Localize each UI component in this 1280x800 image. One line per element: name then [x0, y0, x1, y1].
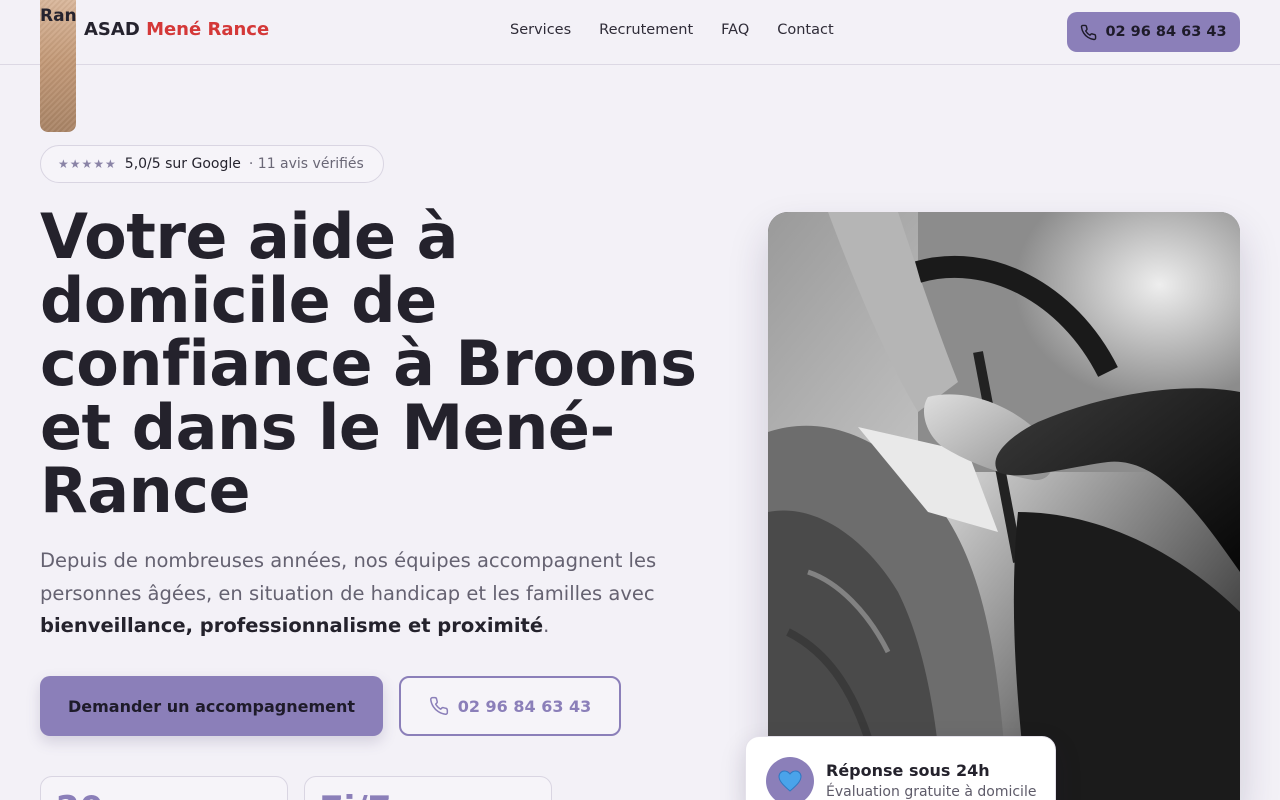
rating-count: · 11 avis vérifiés	[248, 156, 364, 172]
stat-card-years: 20	[40, 776, 288, 800]
phone-icon	[429, 696, 448, 715]
header-phone-label: 02 96 84 63 43	[1105, 24, 1227, 40]
header-phone-button[interactable]: 02 96 84 63 43	[1067, 12, 1240, 52]
response-time-card: Réponse sous 24h Évaluation gratuite à d…	[745, 736, 1056, 800]
rating-stars-icon: ★★★★★	[58, 157, 117, 171]
stat-value: 20	[56, 789, 103, 800]
google-rating-badge: ★★★★★ 5,0/5 sur Google · 11 avis vérifié…	[40, 145, 384, 183]
site-header: Rance ASAD Mené Rance Services Recruteme…	[0, 0, 1280, 132]
brand-name-part1: ASAD	[84, 19, 140, 40]
blue-heart-icon	[766, 757, 814, 800]
stat-value: 7j/7	[320, 789, 391, 800]
request-support-button[interactable]: Demander un accompagnement	[40, 676, 383, 736]
phone-icon	[1081, 24, 1097, 40]
nav-link-contact[interactable]: Contact	[777, 22, 833, 38]
response-time-subtitle: Évaluation gratuite à domicile	[826, 784, 1037, 800]
rating-score: 5,0/5 sur Google	[124, 156, 241, 172]
nav-link-faq[interactable]: FAQ	[721, 22, 749, 38]
hero-title: Votre aide à domicile de confiance à Bro…	[40, 200, 697, 527]
nav-link-recrutement[interactable]: Recrutement	[599, 22, 693, 38]
brand-name-part2: Mené Rance	[146, 19, 270, 40]
hero-subtitle: Depuis de nombreuses années, nos équipes…	[40, 545, 690, 643]
response-time-title: Réponse sous 24h	[826, 761, 990, 780]
hero-phone-label: 02 96 84 63 43	[457, 696, 592, 716]
main-nav: Services Recrutement FAQ Contact	[510, 22, 834, 38]
hero-photo-holding-hands	[768, 212, 1240, 800]
stat-card-availability: 7j/7	[304, 776, 552, 800]
brand-name[interactable]: ASAD Mené Rance	[84, 19, 269, 40]
logo-alt-text: Rance	[40, 6, 76, 26]
hero-phone-button[interactable]: 02 96 84 63 43	[399, 676, 621, 736]
hero-photo-illustration	[768, 212, 1240, 800]
hero-subtitle-start: Depuis de nombreuses années, nos équipes…	[40, 549, 657, 605]
nav-link-services[interactable]: Services	[510, 22, 571, 38]
hero-subtitle-end: .	[543, 614, 550, 637]
heart-icon	[778, 770, 802, 792]
hero-subtitle-emphasis: bienveillance, professionnalisme et prox…	[40, 614, 544, 637]
